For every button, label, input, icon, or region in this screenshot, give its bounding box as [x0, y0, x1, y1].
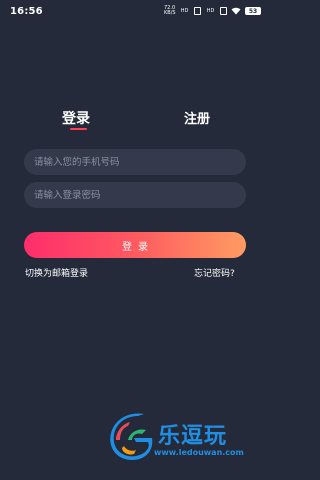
signal-icon: [194, 7, 201, 15]
tab-register[interactable]: 注册: [184, 108, 210, 127]
signal-right-label: HD: [206, 7, 215, 14]
auth-tabs: 登录 注册: [0, 100, 271, 134]
net-speed: 72.0 KB/S: [164, 5, 176, 16]
watermark-logo: 乐逗玩 www.ledouwan.com: [108, 410, 258, 470]
phone-input[interactable]: [24, 149, 246, 175]
status-time: 16:56: [10, 5, 43, 17]
active-tab-indicator: [70, 128, 87, 130]
brand-logo-icon: [110, 413, 153, 460]
signal-left-label: HD: [180, 7, 189, 14]
switch-email-login-link[interactable]: 切换为邮箱登录: [25, 266, 88, 279]
status-indicators: 72.0 KB/S HD HD 53: [164, 6, 261, 16]
tab-login[interactable]: 登录: [62, 108, 90, 128]
signal-icon-2: [220, 7, 227, 15]
password-input[interactable]: [24, 182, 246, 208]
login-screen: 16:56 72.0 KB/S HD HD 53 登录 注册 登录 切换为邮箱登…: [0, 0, 271, 480]
status-bar: 16:56 72.0 KB/S HD HD 53: [0, 0, 271, 22]
brand-url: www.ledouwan.com: [154, 448, 244, 457]
forgot-password-link[interactable]: 忘记密码?: [194, 266, 235, 279]
brand-name: 乐逗玩: [158, 423, 228, 449]
login-button[interactable]: 登录: [24, 232, 246, 258]
wifi-icon: [231, 7, 241, 15]
battery-icon: 53: [245, 7, 261, 15]
